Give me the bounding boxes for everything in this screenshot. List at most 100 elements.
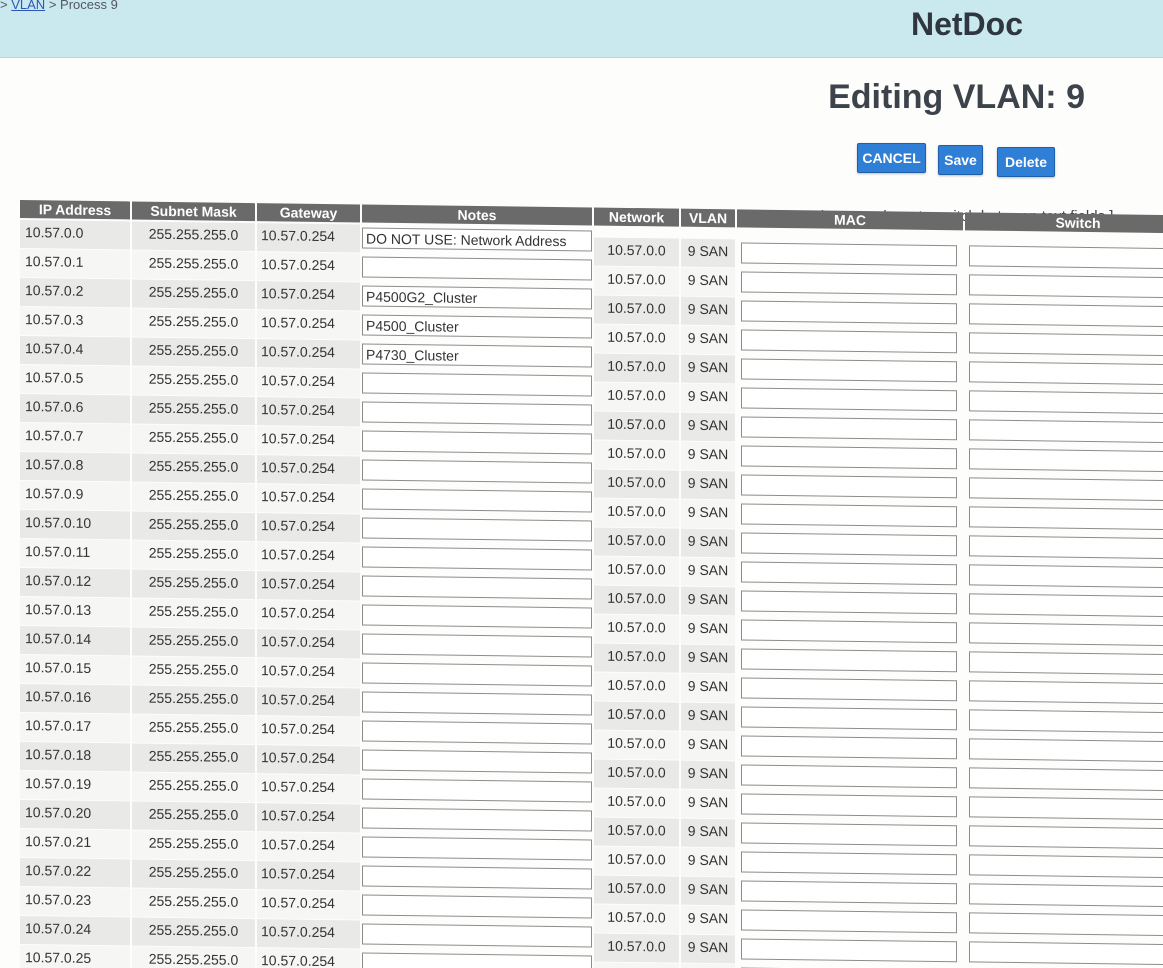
- gateway-cell: 10.57.0.254: [257, 281, 360, 311]
- subnet-mask-cell: 255.255.255.0: [132, 598, 255, 629]
- notes-input[interactable]: [362, 343, 592, 368]
- notes-input[interactable]: [362, 372, 592, 397]
- notes-input[interactable]: [362, 401, 592, 426]
- notes-input[interactable]: [362, 865, 592, 890]
- ip-address-cell: 10.57.0.12: [20, 568, 130, 598]
- subnet-mask-cell: 255.255.255.0: [132, 917, 255, 948]
- subnet-mask-cell: 255.255.255.0: [132, 279, 255, 310]
- notes-input[interactable]: [362, 314, 592, 339]
- gateway-cell: 10.57.0.254: [257, 310, 360, 340]
- subnet-mask-cell: 255.255.255.0: [132, 308, 255, 339]
- notes-input[interactable]: [362, 691, 592, 716]
- breadcrumb-current: Process 9: [60, 0, 118, 12]
- notes-cell: [362, 224, 592, 255]
- ip-address-cell: 10.57.0.4: [20, 336, 130, 366]
- subnet-mask-cell: 255.255.255.0: [132, 772, 255, 803]
- ip-address-cell: 10.57.0.17: [20, 713, 130, 743]
- save-button[interactable]: Save: [938, 145, 983, 175]
- notes-input[interactable]: [362, 749, 592, 774]
- subnet-mask-cell: 255.255.255.0: [132, 859, 255, 890]
- delete-button[interactable]: Delete: [997, 147, 1055, 177]
- subnet-mask-cell: 255.255.255.0: [132, 511, 255, 542]
- breadcrumb-prefix: >: [0, 0, 8, 12]
- ip-address-cell: 10.57.0.11: [20, 539, 130, 569]
- subnet-mask-cell: 255.255.255.0: [132, 685, 255, 716]
- notes-input[interactable]: [362, 662, 592, 687]
- subnet-mask-cell: 255.255.255.0: [132, 801, 255, 832]
- breadcrumb-link-vlan[interactable]: VLAN: [11, 0, 45, 12]
- notes-cell: [362, 514, 592, 545]
- notes-input[interactable]: [362, 633, 592, 658]
- vlan-cell: 9 SAN: [681, 963, 735, 968]
- notes-input[interactable]: [362, 836, 592, 861]
- network-cell: 10.57.0.0: [594, 962, 679, 968]
- column-header-ip-address: IP Address: [20, 200, 130, 220]
- gateway-cell: 10.57.0.254: [257, 948, 360, 968]
- notes-input[interactable]: [362, 256, 592, 281]
- notes-cell: [362, 862, 592, 893]
- address-table: IP Address Subnet Mask Gateway Notes Net…: [20, 200, 1163, 968]
- notes-input[interactable]: [362, 923, 592, 948]
- ip-address-cell: 10.57.0.15: [20, 655, 130, 685]
- ip-address-cell: 10.57.0.24: [20, 916, 130, 946]
- notes-input[interactable]: [362, 227, 592, 252]
- column-header-notes: Notes: [362, 204, 592, 226]
- ip-address-cell: 10.57.0.20: [20, 800, 130, 830]
- notes-input[interactable]: [362, 604, 592, 629]
- ip-address-cell: 10.57.0.14: [20, 626, 130, 656]
- gateway-cell: 10.57.0.254: [257, 571, 360, 601]
- column-header-mac: MAC: [737, 209, 963, 231]
- notes-cell: [362, 311, 592, 342]
- mac-cell: [737, 964, 963, 968]
- ip-address-cell: 10.57.0.5: [20, 365, 130, 395]
- subnet-mask-cell: 255.255.255.0: [132, 743, 255, 774]
- notes-input[interactable]: [362, 488, 592, 513]
- notes-input[interactable]: [362, 517, 592, 542]
- ip-address-cell: 10.57.0.19: [20, 771, 130, 801]
- gateway-cell: 10.57.0.254: [257, 542, 360, 572]
- notes-input[interactable]: [362, 807, 592, 832]
- ip-address-cell: 10.57.0.25: [20, 945, 130, 968]
- column-header-switch: Switch: [965, 212, 1163, 234]
- notes-cell: [362, 891, 592, 922]
- ip-address-cell: 10.57.0.13: [20, 597, 130, 627]
- gateway-cell: 10.57.0.254: [257, 745, 360, 775]
- subnet-mask-cell: 255.255.255.0: [132, 888, 255, 919]
- notes-cell: [362, 427, 592, 458]
- notes-input[interactable]: [362, 546, 592, 571]
- breadcrumb-separator: >: [48, 0, 57, 12]
- notes-cell: [362, 282, 592, 313]
- notes-input[interactable]: [362, 778, 592, 803]
- ip-address-cell: 10.57.0.16: [20, 684, 130, 714]
- notes-input[interactable]: [362, 894, 592, 919]
- gateway-cell: 10.57.0.254: [257, 426, 360, 456]
- page-title: Editing VLAN: 9: [828, 78, 1085, 116]
- column-header-subnet-mask: Subnet Mask: [132, 201, 255, 222]
- cancel-button[interactable]: CANCEL: [857, 143, 926, 173]
- notes-cell: [362, 920, 592, 951]
- subnet-mask-cell: 255.255.255.0: [132, 337, 255, 368]
- subnet-mask-cell: 255.255.255.0: [132, 424, 255, 455]
- notes-cell: [362, 775, 592, 806]
- notes-input[interactable]: [362, 575, 592, 600]
- gateway-cell: 10.57.0.254: [257, 600, 360, 630]
- gateway-cell: 10.57.0.254: [257, 716, 360, 746]
- notes-cell: [362, 717, 592, 748]
- notes-input[interactable]: [362, 285, 592, 310]
- notes-input[interactable]: [362, 720, 592, 745]
- ip-address-cell: 10.57.0.9: [20, 481, 130, 511]
- notes-input[interactable]: [362, 430, 592, 455]
- notes-input[interactable]: [362, 459, 592, 484]
- ip-address-cell: 10.57.0.7: [20, 423, 130, 453]
- ip-address-cell: 10.57.0.3: [20, 307, 130, 337]
- notes-cell: [362, 398, 592, 429]
- notes-cell: [362, 253, 592, 284]
- gateway-cell: 10.57.0.254: [257, 339, 360, 369]
- top-bar: > VLAN > Process 9 NetDoc: [0, 0, 1163, 58]
- notes-cell: [362, 572, 592, 603]
- ip-address-cell: 10.57.0.10: [20, 510, 130, 540]
- notes-cell: [362, 369, 592, 400]
- notes-input[interactable]: [362, 952, 592, 968]
- gateway-cell: 10.57.0.254: [257, 629, 360, 659]
- column-header-vlan: VLAN: [681, 208, 735, 228]
